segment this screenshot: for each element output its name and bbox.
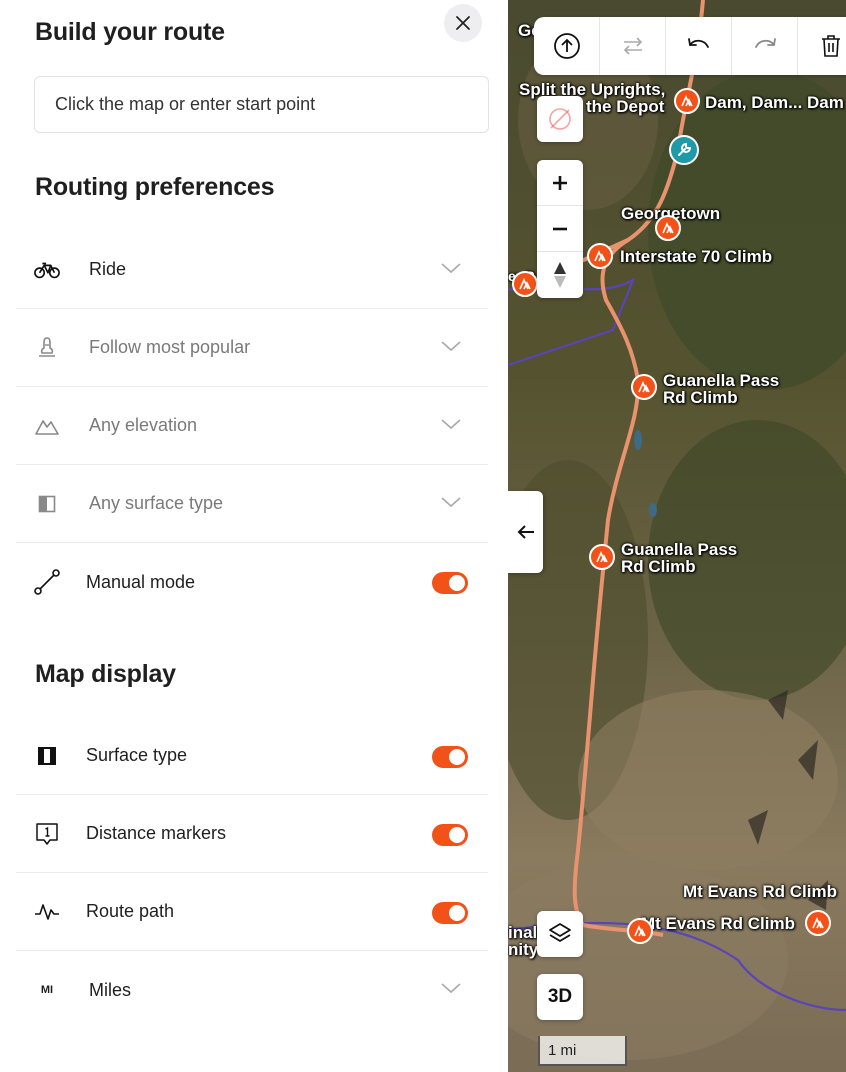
- manual-route-icon: [34, 569, 60, 595]
- compass-button[interactable]: [537, 96, 583, 142]
- map-view[interactable]: Ge Split the Uprights, the Depot Dam, Da…: [508, 0, 846, 1072]
- trash-icon: [822, 35, 840, 57]
- swap-icon: [623, 37, 642, 55]
- zoom-out-button[interactable]: [537, 206, 583, 252]
- route-path-row: Route path: [16, 873, 488, 951]
- surface-type-label: Surface type: [86, 745, 188, 765]
- surface-type-toggle[interactable]: [432, 746, 468, 768]
- surface-label: Any surface type: [89, 493, 224, 513]
- manual-mode-toggle[interactable]: [432, 572, 468, 594]
- units-select[interactable]: MI Miles: [16, 951, 488, 1029]
- chevron-down-icon: [441, 419, 461, 430]
- arrow-left-icon: [517, 525, 534, 539]
- map-label-guanella-1: Guanella Pass: [663, 371, 780, 390]
- map-label-guanella-2: Guanella Pass: [621, 540, 738, 559]
- redo-button[interactable]: [732, 17, 798, 75]
- wrench-icon: [678, 142, 692, 156]
- map-label-guanella-2b: Rd Climb: [621, 557, 696, 576]
- panel-title: Build your route: [35, 18, 225, 46]
- close-icon: [456, 16, 470, 30]
- map-label-edge: nity: [508, 940, 539, 959]
- surface-icon: [34, 492, 60, 516]
- map-label-depot: the Depot: [586, 97, 665, 116]
- chevron-down-icon: [441, 497, 461, 508]
- segment-pin[interactable]: [805, 910, 831, 936]
- distance-markers-toggle[interactable]: [432, 824, 468, 846]
- map-label-evans-2: Mt Evans Rd Climb: [641, 914, 795, 933]
- delete-route-button[interactable]: [798, 17, 846, 75]
- distance-marker-icon: [34, 822, 60, 846]
- layers-icon: [549, 923, 571, 942]
- elevation-select[interactable]: Any elevation: [16, 387, 488, 465]
- collapse-panel-button[interactable]: [508, 491, 543, 573]
- segment-pin[interactable]: [655, 215, 681, 241]
- map-label-guanella-1b: Rd Climb: [663, 388, 738, 407]
- route-toolbar: [534, 17, 846, 75]
- minus-icon: [553, 227, 567, 230]
- map-label-interstate: Interstate 70 Climb: [620, 247, 773, 266]
- manual-mode-row: Manual mode: [16, 543, 488, 621]
- zoom-controls: [537, 160, 583, 298]
- bike-icon: [34, 258, 60, 282]
- redo-icon: [754, 38, 776, 48]
- surface-type-icon: [34, 744, 60, 768]
- repair-station-pin[interactable]: [669, 135, 699, 165]
- surface-select[interactable]: Any surface type: [16, 465, 488, 543]
- units-badge: MI: [40, 984, 54, 996]
- chevron-down-icon: [441, 983, 461, 994]
- compass-off-icon: [549, 108, 571, 130]
- close-button[interactable]: [444, 4, 482, 42]
- segment-pin[interactable]: [587, 243, 613, 269]
- plus-icon: [553, 175, 567, 190]
- segment-pin[interactable]: [512, 271, 538, 297]
- chevron-down-icon: [441, 263, 461, 274]
- map-scale: 1 mi: [538, 1036, 627, 1066]
- undo-icon: [687, 38, 709, 48]
- north-arrow-icon: [554, 262, 566, 288]
- map-display-heading: Map display: [35, 660, 176, 688]
- popularity-icon: [34, 336, 60, 360]
- chevron-down-icon: [441, 341, 461, 352]
- upload-icon: [553, 33, 580, 59]
- surface-type-row: Surface type: [16, 717, 488, 795]
- popularity-label: Follow most popular: [89, 337, 251, 357]
- route-path-toggle[interactable]: [432, 902, 468, 924]
- map-label-evans-1: Mt Evans Rd Climb: [683, 882, 837, 901]
- distance-markers-row: Distance markers: [16, 795, 488, 873]
- route-builder-panel: Build your route Routing preferences Rid…: [0, 0, 508, 1072]
- zoom-in-button[interactable]: [537, 160, 583, 206]
- distance-markers-label: Distance markers: [86, 823, 227, 843]
- popularity-select[interactable]: Follow most popular: [16, 309, 488, 387]
- map-label-dam: Dam, Dam... Dam: [705, 93, 844, 112]
- mountain-icon: [34, 414, 60, 438]
- activity-type-select[interactable]: Ride: [16, 231, 488, 309]
- toggle-3d-button[interactable]: 3D: [537, 974, 583, 1020]
- route-path-label: Route path: [86, 901, 175, 921]
- segment-pin[interactable]: [674, 88, 700, 114]
- segment-pin[interactable]: [627, 918, 653, 944]
- map-label-edge: inal: [508, 923, 538, 942]
- start-point-input[interactable]: [34, 76, 489, 133]
- activity-type-label: Ride: [89, 259, 127, 279]
- segment-pin[interactable]: [631, 374, 657, 400]
- units-label: Miles: [89, 979, 132, 1000]
- reset-bearing-button[interactable]: [537, 252, 583, 298]
- elevation-label: Any elevation: [89, 415, 198, 435]
- manual-mode-label: Manual mode: [86, 571, 196, 592]
- reverse-route-button[interactable]: [600, 17, 666, 75]
- routing-preferences-heading: Routing preferences: [35, 173, 275, 201]
- route-path-icon: [34, 900, 60, 924]
- map-layers-button[interactable]: [537, 911, 583, 957]
- upload-button[interactable]: [534, 17, 600, 75]
- undo-button[interactable]: [666, 17, 732, 75]
- segment-pin[interactable]: [589, 544, 615, 570]
